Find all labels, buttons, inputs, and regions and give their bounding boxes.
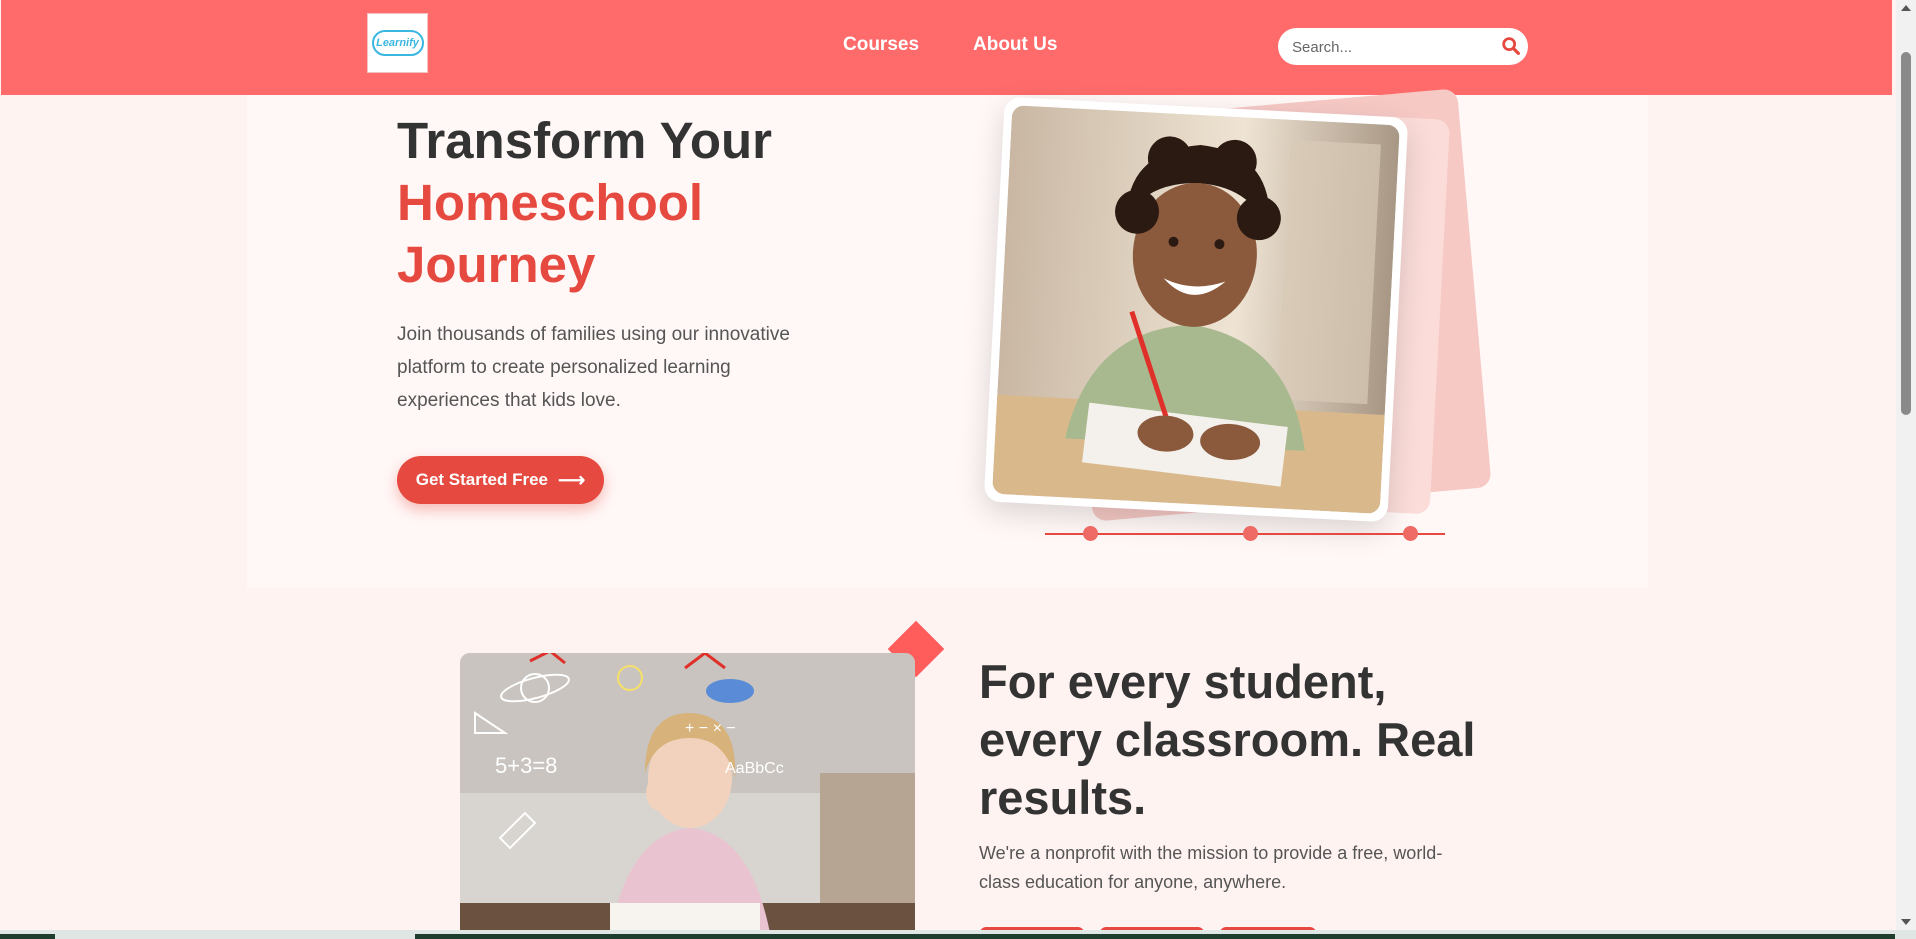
hero-title: Transform Your Homeschool Journey <box>397 110 772 296</box>
nav-about-link[interactable]: About Us <box>973 34 1057 56</box>
logo[interactable]: Learnify <box>367 13 428 73</box>
slider-dot[interactable] <box>1403 526 1418 541</box>
search-input[interactable] <box>1292 36 1492 58</box>
hero-photo-boy-writing <box>992 105 1400 514</box>
get-started-label: Get Started Free <box>415 470 548 489</box>
arrow-right-icon: ⟶ <box>558 469 586 491</box>
nav-courses-link[interactable]: Courses <box>843 34 919 56</box>
hero-title-highlight-2: Journey <box>397 236 596 293</box>
logo-badge: Learnify <box>371 30 424 56</box>
vertical-scrollbar[interactable] <box>1896 0 1916 930</box>
mission-title: For every student, every classroom. Real… <box>979 655 1476 824</box>
scroll-down-arrow-icon[interactable] <box>1901 919 1911 925</box>
navbar: Learnify Courses About Us <box>1 0 1892 95</box>
taskbar-segment <box>415 934 1895 939</box>
search-icon[interactable] <box>1500 35 1522 57</box>
operators-doodle-text: + − × − <box>685 720 736 737</box>
alphabet-doodle-text: AaBbCc <box>725 760 784 777</box>
scroll-up-arrow-icon[interactable] <box>1901 5 1911 11</box>
mission-text: We're a nonprofit with the mission to pr… <box>979 843 1443 892</box>
scrollbar-thumb[interactable] <box>1901 52 1911 415</box>
hero-visual <box>980 88 1520 565</box>
hero-title-line1: Transform Your <box>397 112 773 169</box>
mission-photo-girl-thinking: 5+3=8 AaBbCc + − × − <box>460 653 915 930</box>
taskbar-strip <box>0 930 1916 939</box>
hero-title-highlight-1: Homeschool <box>397 174 704 231</box>
mission-photo: 5+3=8 AaBbCc + − × − <box>460 653 915 930</box>
hero-subtitle: Join thousands of families using our inn… <box>397 324 790 411</box>
hero-photo-frame <box>983 96 1409 523</box>
search-box <box>1278 28 1528 65</box>
slider-dot[interactable] <box>1083 526 1098 541</box>
get-started-button[interactable]: Get Started Free ⟶ <box>397 456 604 504</box>
math-doodle-text: 5+3=8 <box>495 753 557 778</box>
slider-dot[interactable] <box>1243 526 1258 541</box>
taskbar-segment <box>0 934 55 939</box>
hero-slider-track <box>1045 526 1445 541</box>
page: Learnify Courses About Us Transform Your… <box>0 0 1896 930</box>
